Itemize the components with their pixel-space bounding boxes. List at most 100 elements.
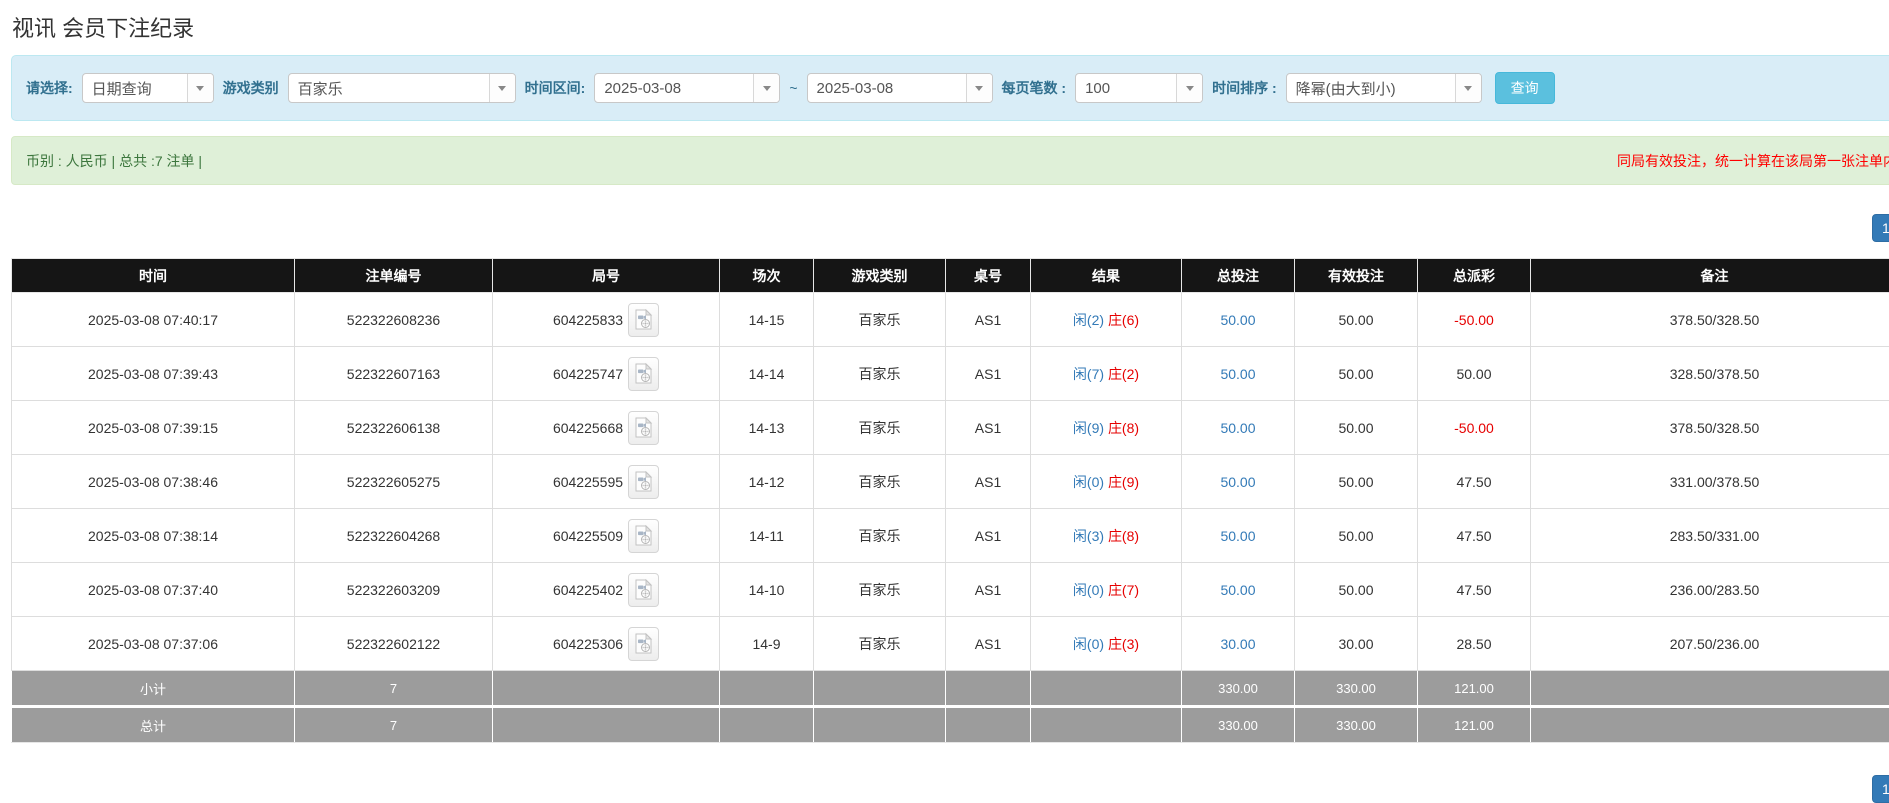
time-sort-label: 时间排序 : xyxy=(1212,78,1277,98)
table-row: 2025-03-08 07:37:40 522322603209 6042254… xyxy=(12,563,1889,617)
cell-total-bet[interactable]: 30.00 xyxy=(1182,617,1295,671)
cell-valid-bet: 50.00 xyxy=(1295,509,1418,563)
chevron-down-icon[interactable] xyxy=(1176,74,1202,102)
bet-table-footer: 小计 7 330.00 330.00 121.00 总计 7 330.00 33… xyxy=(12,671,1889,743)
video-replay-button[interactable] xyxy=(628,573,659,607)
video-file-icon xyxy=(634,363,653,384)
cell-time: 2025-03-08 07:38:46 xyxy=(12,455,295,509)
video-replay-button[interactable] xyxy=(628,357,659,391)
bet-table-body: 2025-03-08 07:40:17 522322608236 6042258… xyxy=(12,293,1889,671)
cell-time: 2025-03-08 07:37:40 xyxy=(12,563,295,617)
column-header: 总派彩 xyxy=(1418,259,1531,293)
subtotal-row: 小计 7 330.00 330.00 121.00 xyxy=(12,671,1889,707)
cell-valid-bet: 50.00 xyxy=(1295,563,1418,617)
currency-total-text: 币别 : 人民币 | 总共 :7 注单 | xyxy=(26,151,202,171)
cell-session: 14-9 xyxy=(720,617,814,671)
cell-bet-id: 522322604268 xyxy=(295,509,493,563)
cell-session: 14-10 xyxy=(720,563,814,617)
cell-total-bet[interactable]: 50.00 xyxy=(1182,563,1295,617)
range-separator: ~ xyxy=(789,80,797,96)
cell-payout: -50.00 xyxy=(1418,401,1531,455)
date-from-value: 2025-03-08 xyxy=(595,74,753,102)
sum-payout: 121.00 xyxy=(1418,671,1531,707)
cell-result: 闲(0) 庄(3) xyxy=(1031,617,1182,671)
time-sort-value: 降幂(由大到小) xyxy=(1287,74,1455,102)
table-row: 2025-03-08 07:39:15 522322606138 6042256… xyxy=(12,401,1889,455)
cell-table-no: AS1 xyxy=(946,401,1031,455)
cell-round-id: 604225306 xyxy=(493,617,720,671)
time-sort-select[interactable]: 降幂(由大到小) xyxy=(1286,73,1482,103)
cell-total-bet[interactable]: 50.00 xyxy=(1182,455,1295,509)
cell-total-bet[interactable]: 50.00 xyxy=(1182,509,1295,563)
cell-table-no: AS1 xyxy=(946,563,1031,617)
video-replay-button[interactable] xyxy=(628,519,659,553)
video-replay-button[interactable] xyxy=(628,303,659,337)
sum-label: 小计 xyxy=(12,671,295,707)
cell-remark: 378.50/328.50 xyxy=(1531,401,1889,455)
cell-payout: 50.00 xyxy=(1418,347,1531,401)
cell-round-id: 604225402 xyxy=(493,563,720,617)
cell-result: 闲(7) 庄(2) xyxy=(1031,347,1182,401)
pagination-page-1-top[interactable]: 1 xyxy=(1872,214,1889,242)
table-row: 2025-03-08 07:39:43 522322607163 6042257… xyxy=(12,347,1889,401)
cell-game-type: 百家乐 xyxy=(814,401,946,455)
cell-table-no: AS1 xyxy=(946,455,1031,509)
table-row: 2025-03-08 07:40:17 522322608236 6042258… xyxy=(12,293,1889,347)
pagination-page-1-bottom[interactable]: 1 xyxy=(1872,775,1889,803)
cell-remark: 236.00/283.50 xyxy=(1531,563,1889,617)
column-header: 有效投注 xyxy=(1295,259,1418,293)
cell-valid-bet: 30.00 xyxy=(1295,617,1418,671)
cell-game-type: 百家乐 xyxy=(814,293,946,347)
cell-table-no: AS1 xyxy=(946,347,1031,401)
cell-session: 14-15 xyxy=(720,293,814,347)
chevron-down-icon[interactable] xyxy=(1455,74,1481,102)
cell-round-id: 604225833 xyxy=(493,293,720,347)
cell-result: 闲(3) 庄(8) xyxy=(1031,509,1182,563)
cell-payout: 28.50 xyxy=(1418,617,1531,671)
chevron-down-icon[interactable] xyxy=(187,74,213,102)
cell-total-bet[interactable]: 50.00 xyxy=(1182,401,1295,455)
video-file-icon xyxy=(634,417,653,438)
cell-game-type: 百家乐 xyxy=(814,455,946,509)
cell-total-bet[interactable]: 50.00 xyxy=(1182,347,1295,401)
cell-remark: 283.50/331.00 xyxy=(1531,509,1889,563)
page-size-select[interactable]: 100 xyxy=(1075,73,1203,103)
cell-valid-bet: 50.00 xyxy=(1295,401,1418,455)
column-header: 桌号 xyxy=(946,259,1031,293)
valid-bet-note: 同局有效投注，统一计算在该局第一张注单内 xyxy=(1617,151,1889,171)
grand-total-row: 总计 7 330.00 330.00 121.00 xyxy=(12,707,1889,743)
video-replay-button[interactable] xyxy=(628,411,659,445)
cell-total-bet[interactable]: 50.00 xyxy=(1182,293,1295,347)
video-replay-button[interactable] xyxy=(628,465,659,499)
cell-valid-bet: 50.00 xyxy=(1295,347,1418,401)
game-type-label: 游戏类别 xyxy=(223,78,279,98)
cell-time: 2025-03-08 07:40:17 xyxy=(12,293,295,347)
game-type-select[interactable]: 百家乐 xyxy=(288,73,516,103)
column-header: 时间 xyxy=(12,259,295,293)
page-title: 视讯 会员下注纪录 xyxy=(12,11,194,43)
query-mode-label: 请选择: xyxy=(26,78,73,98)
cell-table-no: AS1 xyxy=(946,509,1031,563)
chevron-down-icon[interactable] xyxy=(966,74,992,102)
sum-count: 7 xyxy=(295,707,493,743)
query-mode-select[interactable]: 日期查询 xyxy=(82,73,214,103)
cell-time: 2025-03-08 07:38:14 xyxy=(12,509,295,563)
cell-game-type: 百家乐 xyxy=(814,563,946,617)
date-from-picker[interactable]: 2025-03-08 xyxy=(594,73,780,103)
column-header: 场次 xyxy=(720,259,814,293)
video-replay-button[interactable] xyxy=(628,627,659,661)
cell-remark: 328.50/378.50 xyxy=(1531,347,1889,401)
filter-toolbar: 请选择: 日期查询 游戏类别 百家乐 时间区间: 2025-03-08 ~ 20… xyxy=(11,55,1889,121)
chevron-down-icon[interactable] xyxy=(489,74,515,102)
cell-payout: 47.50 xyxy=(1418,563,1531,617)
column-header: 游戏类别 xyxy=(814,259,946,293)
search-button[interactable]: 查询 xyxy=(1495,72,1555,104)
chevron-down-icon[interactable] xyxy=(753,74,779,102)
video-file-icon xyxy=(634,309,653,330)
video-file-icon xyxy=(634,579,653,600)
cell-valid-bet: 50.00 xyxy=(1295,293,1418,347)
cell-session: 14-13 xyxy=(720,401,814,455)
cell-bet-id: 522322607163 xyxy=(295,347,493,401)
page-size-value: 100 xyxy=(1076,74,1176,102)
date-to-picker[interactable]: 2025-03-08 xyxy=(807,73,993,103)
